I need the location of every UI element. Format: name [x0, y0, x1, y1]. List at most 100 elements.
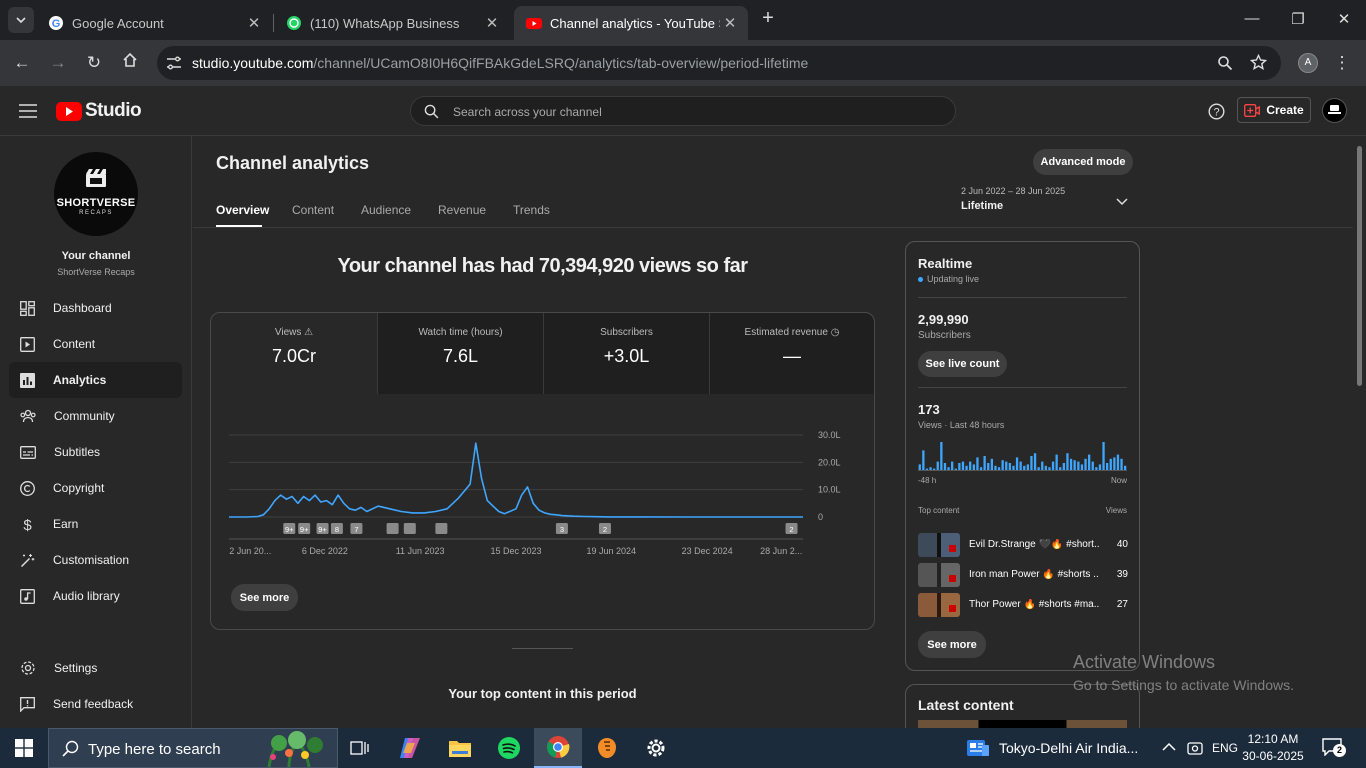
close-window-button[interactable]: ✕: [1334, 10, 1354, 30]
channel-search-input[interactable]: Search across your channel: [410, 96, 956, 126]
account-avatar[interactable]: [1322, 98, 1347, 123]
search-placeholder: Search across your channel: [453, 105, 602, 119]
top-content-row[interactable]: Thor Power 🔥 #shorts #ma... 27: [918, 593, 1128, 617]
date-range-selector[interactable]: 2 Jun 2022 – 28 Jun 2025 Lifetime: [961, 186, 1141, 218]
tab-title: Channel analytics - YouTube Stu: [550, 15, 720, 31]
feedback-icon: [20, 696, 35, 712]
notification-center-button[interactable]: 2: [1322, 738, 1346, 758]
tab-search-button[interactable]: [8, 7, 34, 33]
latest-content-thumbnail[interactable]: [918, 720, 1127, 728]
sidebar-item-send-feedback[interactable]: Send feedback: [9, 686, 182, 722]
hamburger-menu-icon[interactable]: [19, 104, 37, 118]
see-live-count-button[interactable]: See live count: [918, 351, 1007, 377]
tab-revenue[interactable]: Revenue: [438, 203, 486, 217]
file-explorer-button[interactable]: [436, 728, 484, 768]
scrollbar-thumb[interactable]: [1357, 146, 1362, 386]
chevron-up-icon[interactable]: [1162, 742, 1176, 752]
top-content-title: Your top content in this period: [448, 686, 637, 701]
sidebar-item-copyright[interactable]: Copyright: [9, 470, 182, 506]
create-button[interactable]: Create: [1237, 97, 1311, 123]
top-content-row[interactable]: Evil Dr.Strange 🖤🔥 #short... 40: [918, 533, 1128, 557]
minimize-button[interactable]: —: [1242, 10, 1262, 30]
top-content-row[interactable]: Iron man Power 🔥 #shorts ... 39: [918, 563, 1128, 587]
sidebar-item-dashboard[interactable]: Dashboard: [9, 290, 182, 326]
language-indicator[interactable]: ENG: [1212, 741, 1238, 755]
advanced-mode-button[interactable]: Advanced mode: [1033, 149, 1133, 175]
tab-content[interactable]: Content: [292, 203, 334, 217]
address-bar[interactable]: studio.youtube.com/channel/UCamO8I0H6Qif…: [157, 46, 1281, 80]
url-text: studio.youtube.com/channel/UCamO8I0H6Qif…: [192, 55, 808, 71]
reload-button[interactable]: ↻: [83, 52, 105, 74]
clock[interactable]: 12:10 AM 30-06-2025: [1242, 732, 1304, 763]
forward-button[interactable]: →: [47, 52, 69, 74]
channel-logo-icon: [1328, 105, 1341, 114]
help-icon[interactable]: ?: [1208, 103, 1225, 120]
notification-count: 2: [1333, 744, 1346, 757]
metric-subscribers[interactable]: Subscribers +3.0L: [543, 313, 709, 394]
youtube-logo-icon: [56, 101, 82, 121]
page-scrollbar[interactable]: [1353, 136, 1366, 728]
camera-icon[interactable]: [1187, 740, 1203, 756]
sidebar-item-customisation[interactable]: Customisation: [9, 542, 182, 578]
realtime-status: Updating live: [918, 274, 979, 284]
tab-overview[interactable]: Overview: [216, 203, 269, 217]
settings-app-button[interactable]: [632, 728, 680, 768]
realtime-bar: [943, 463, 947, 470]
tab-audience[interactable]: Audience: [361, 203, 411, 217]
restore-button[interactable]: ❐: [1288, 10, 1308, 30]
see-more-button[interactable]: See more: [231, 584, 298, 611]
youtube-icon: [526, 18, 542, 29]
fl-studio-button[interactable]: [583, 728, 631, 768]
chrome-icon: [547, 736, 570, 758]
sidebar-item-subtitles[interactable]: Subtitles: [9, 434, 182, 470]
close-icon[interactable]: ✕: [482, 14, 502, 32]
metric-watch-time[interactable]: Watch time (hours) 7.6L: [377, 313, 543, 394]
close-icon[interactable]: ✕: [720, 14, 740, 32]
sidebar-item-audio-library[interactable]: Audio library: [9, 578, 182, 614]
create-label: Create: [1266, 103, 1304, 117]
start-button[interactable]: [0, 728, 48, 768]
tab-google-account[interactable]: G Google Account ✕: [36, 6, 272, 40]
sidebar-item-analytics[interactable]: Analytics: [9, 362, 182, 398]
spotify-button[interactable]: [485, 728, 533, 768]
studio-logo[interactable]: Studio: [56, 100, 142, 122]
realtime-bar: [1048, 467, 1051, 470]
weather-widget[interactable]: Tokyo-Delhi Air India...: [966, 728, 1138, 768]
metric-views[interactable]: Views ⚠ 7.0Cr: [211, 313, 377, 394]
profile-avatar[interactable]: A: [1298, 53, 1318, 73]
realtime-views-bar-chart: [918, 442, 1127, 471]
realtime-bar: [976, 457, 979, 470]
realtime-see-more-button[interactable]: See more: [918, 631, 986, 658]
realtime-bar: [918, 464, 921, 470]
tab-channel-analytics[interactable]: Channel analytics - YouTube Stu ✕: [514, 6, 748, 40]
channel-avatar[interactable]: SHORTVERSE RECAPS: [54, 152, 138, 236]
chrome-button[interactable]: [534, 728, 582, 768]
sidebar-item-content[interactable]: Content: [9, 326, 182, 362]
zoom-icon[interactable]: [1217, 55, 1233, 71]
bookmark-star-icon[interactable]: [1250, 54, 1267, 71]
more-menu-icon[interactable]: ⋮: [1331, 52, 1353, 74]
home-button[interactable]: [119, 52, 141, 74]
task-view-button[interactable]: [336, 728, 384, 768]
taskbar-search-input[interactable]: Type here to search: [48, 728, 338, 768]
video-marker-label: 9+: [285, 525, 294, 534]
new-tab-button[interactable]: +: [758, 7, 778, 29]
site-settings-icon[interactable]: [166, 56, 182, 70]
tab-title: (110) WhatsApp Business: [310, 15, 460, 31]
realtime-bar: [983, 456, 986, 470]
realtime-bar: [1015, 457, 1019, 470]
realtime-subscribers-label: Subscribers: [918, 330, 971, 341]
tab-whatsapp[interactable]: (110) WhatsApp Business ✕: [274, 6, 510, 40]
browser-tab-bar: G Google Account ✕ (110) WhatsApp Busine…: [0, 0, 1366, 40]
sidebar-item-label: Audio library: [53, 589, 120, 603]
metric-estimated-revenue[interactable]: Estimated revenue ◷ —: [709, 313, 874, 394]
close-icon[interactable]: ✕: [244, 14, 264, 32]
sidebar-item-settings[interactable]: Settings: [9, 650, 182, 686]
tab-trends[interactable]: Trends: [513, 203, 550, 217]
sidebar-item-community[interactable]: Community: [9, 398, 182, 434]
browser-toolbar: ← → ↻ studio.youtube.com/channel/UCamO8I…: [0, 40, 1366, 86]
sidebar-item-earn[interactable]: $ Earn: [9, 506, 182, 542]
metric-value: +3.0L: [603, 346, 650, 366]
copilot-button[interactable]: [386, 728, 434, 768]
back-button[interactable]: ←: [11, 52, 33, 74]
